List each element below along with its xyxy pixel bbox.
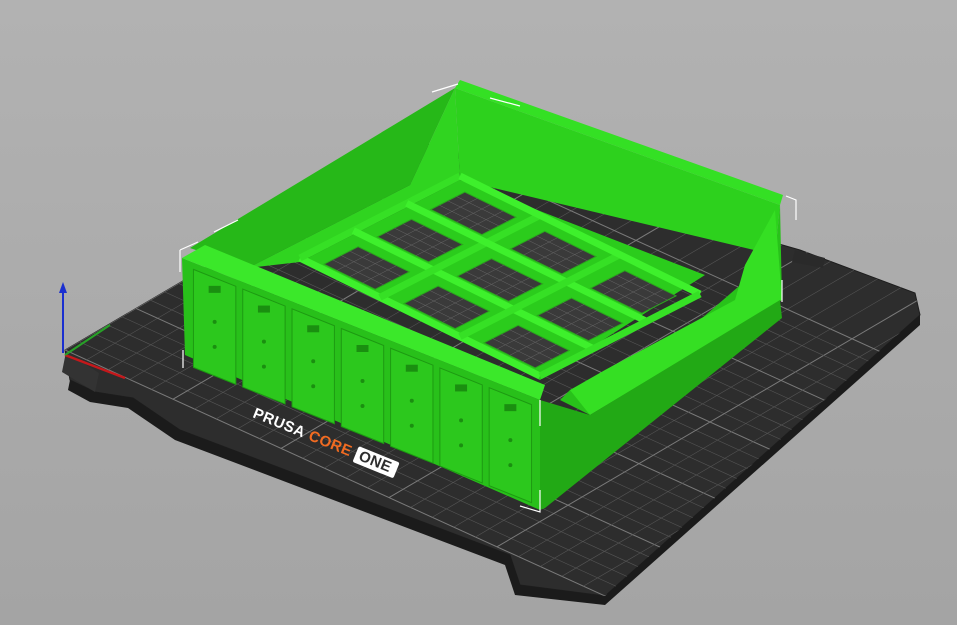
z-axis-arrow-icon <box>59 282 67 293</box>
drawer-handle <box>257 305 270 313</box>
drawer-handle <box>307 325 320 333</box>
drawer-notch <box>508 438 513 443</box>
drawer-handle <box>455 384 468 392</box>
drawer-notch <box>261 364 266 369</box>
scene-canvas[interactable]: PRUSA CORE ONE <box>0 0 957 625</box>
drawer-handle <box>405 364 418 372</box>
drawer-notch <box>212 319 217 324</box>
drawer-notch <box>261 339 266 344</box>
drawer-notch <box>311 384 316 389</box>
drawer-notch <box>360 404 365 408</box>
drawer-notch <box>459 418 464 423</box>
drawer-notch <box>409 423 414 428</box>
drawer-notch <box>508 463 513 468</box>
drawer-handle <box>356 345 369 352</box>
drawer-notch <box>311 359 316 364</box>
3d-viewport[interactable]: PRUSA CORE ONE <box>0 0 957 625</box>
drawer-notch <box>212 344 217 349</box>
drawer-handle <box>504 404 517 412</box>
drawer-handle <box>208 285 221 293</box>
drawer-notch <box>459 443 464 448</box>
drawer-notch <box>409 398 414 403</box>
drawer-notch <box>360 379 365 383</box>
